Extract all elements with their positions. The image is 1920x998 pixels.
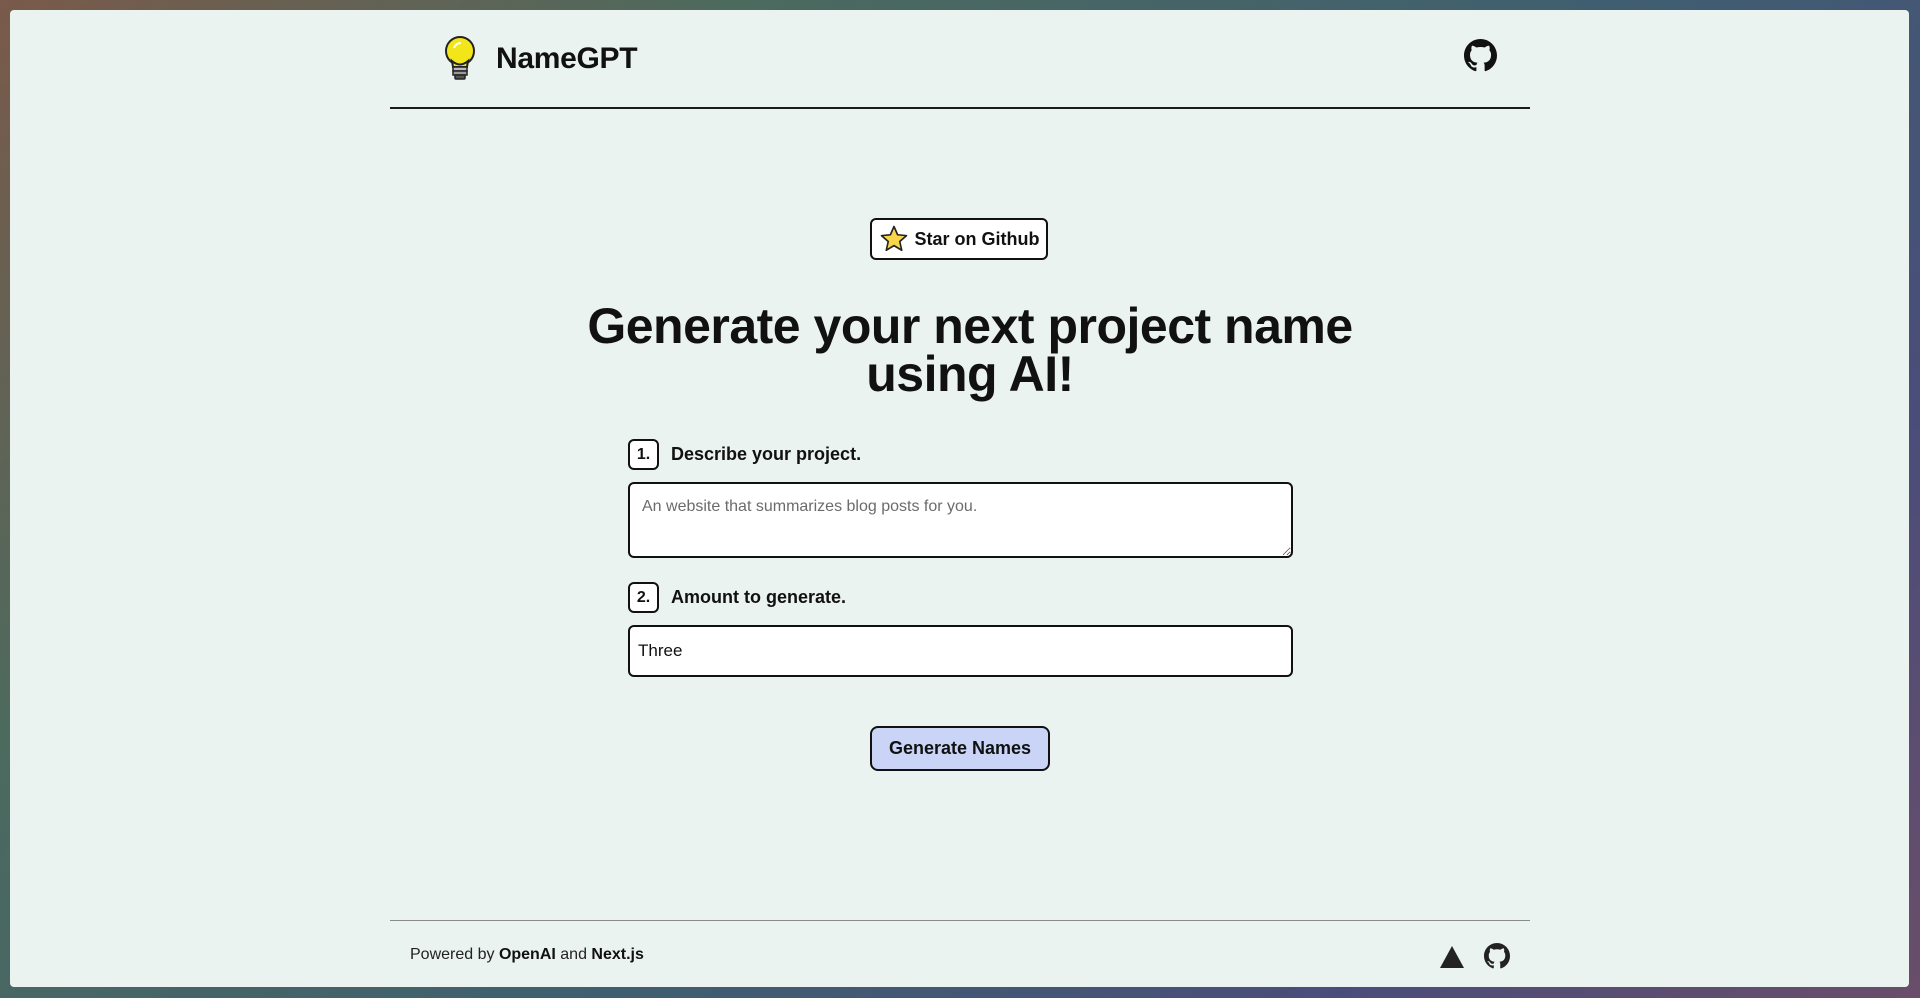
- step-label: Amount to generate.: [671, 587, 847, 607]
- lightbulb-icon: [445, 36, 475, 80]
- step-1: 1. Describe your project.: [628, 439, 861, 470]
- github-icon[interactable]: [1484, 943, 1510, 969]
- step-number-badge: 2.: [628, 582, 659, 613]
- star-on-github-button[interactable]: Star on Github: [870, 218, 1048, 260]
- vercel-triangle-icon[interactable]: [1439, 945, 1465, 969]
- page-headline: Generate your next project name using AI…: [587, 298, 1353, 402]
- step-number-badge: 1.: [628, 439, 659, 470]
- site-footer: Powered by OpenAI and Next.js: [390, 920, 1530, 987]
- amount-selected-value: Three: [638, 641, 683, 660]
- footer-prefix: Powered by: [410, 946, 499, 963]
- star-icon: [880, 225, 907, 252]
- amount-select[interactable]: Three: [628, 625, 1293, 677]
- openai-link[interactable]: OpenAI: [499, 946, 556, 963]
- generate-names-button[interactable]: Generate Names: [870, 726, 1050, 771]
- footer-and: and: [555, 946, 592, 963]
- step-2: 2. Amount to generate.: [628, 582, 846, 613]
- brand-name: NameGPT: [496, 42, 638, 75]
- nextjs-link[interactable]: Next.js: [591, 946, 643, 963]
- project-description-input[interactable]: [628, 482, 1293, 558]
- logo-link[interactable]: NameGPT: [440, 34, 638, 84]
- star-button-label: Star on Github: [914, 228, 1040, 249]
- github-icon[interactable]: [1464, 39, 1497, 72]
- browser-viewport: NameGPT Star on Github Generate your nex…: [10, 10, 1909, 987]
- footer-credits: Powered by OpenAI and Next.js: [410, 946, 644, 964]
- site-header: NameGPT: [390, 10, 1530, 109]
- step-label: Describe your project.: [671, 444, 862, 464]
